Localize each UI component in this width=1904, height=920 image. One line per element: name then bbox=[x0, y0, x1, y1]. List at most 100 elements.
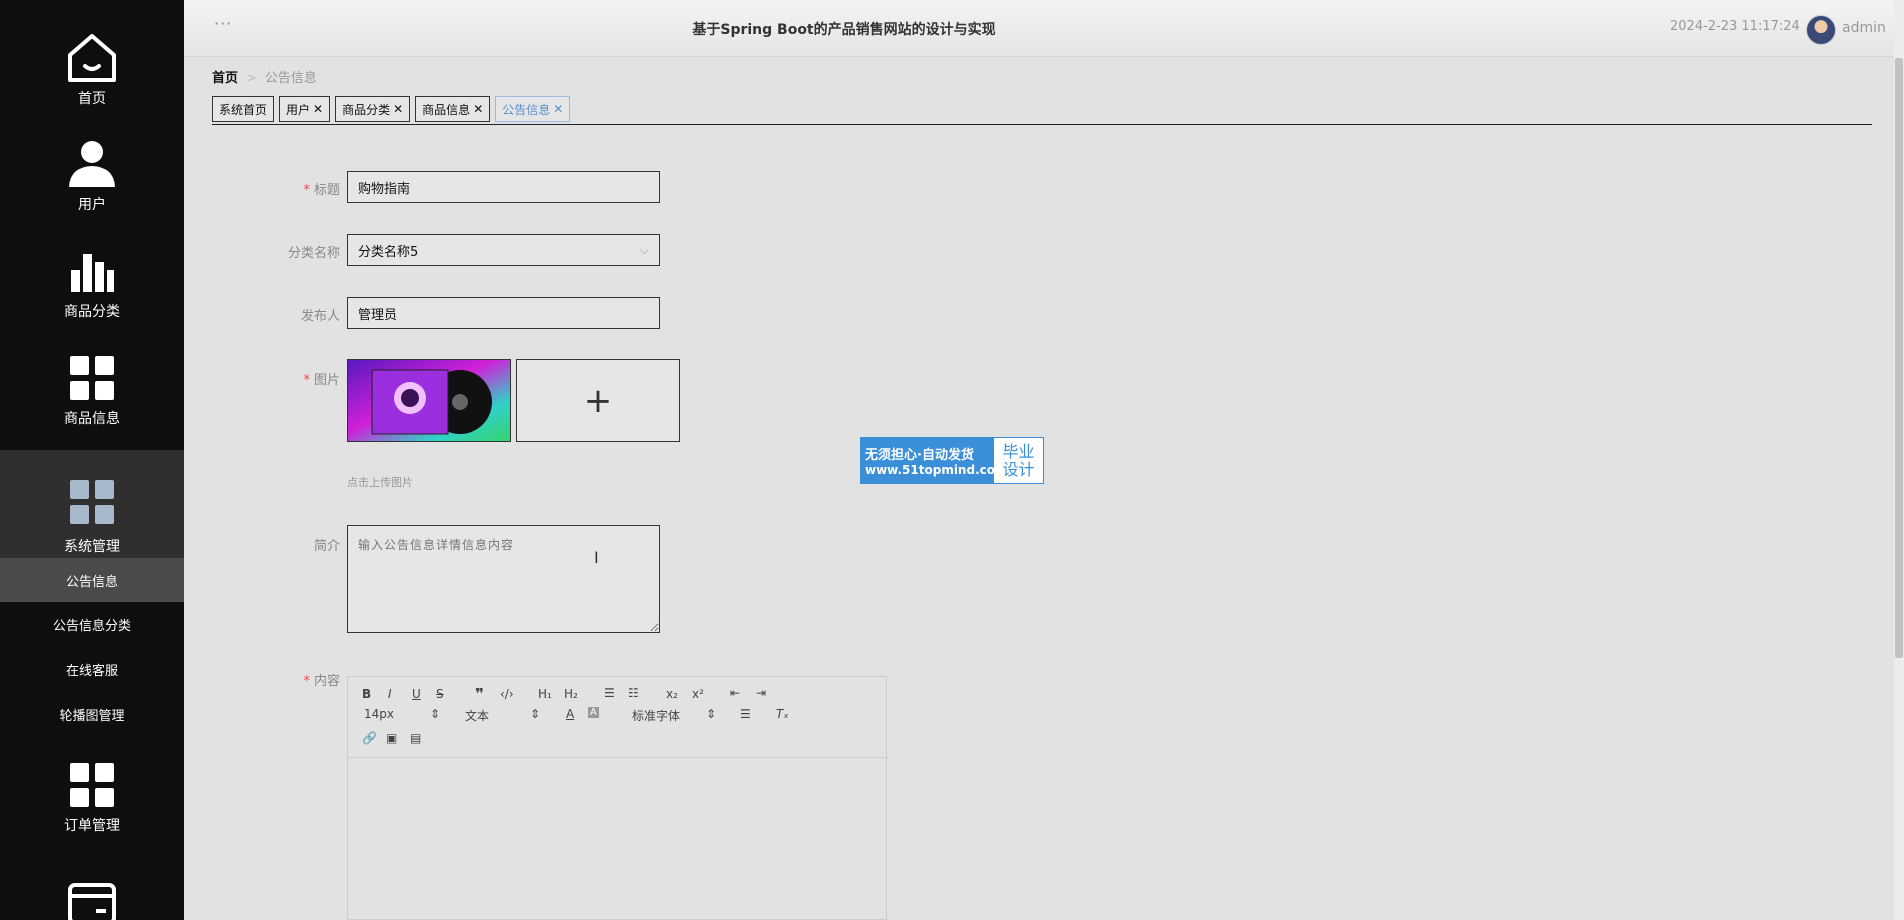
summary-textarea[interactable] bbox=[347, 525, 660, 633]
watermark-right1: 毕业 bbox=[1002, 441, 1035, 461]
tag-label: 商品分类 bbox=[342, 102, 391, 117]
tag-user[interactable]: 用户 ✕ bbox=[279, 96, 331, 122]
tags-view: 系统首页 用户 ✕ 商品分类 ✕ 商品信息 ✕ 公告信息 ✕ bbox=[212, 96, 1872, 125]
category-select-value: 分类名称5 bbox=[358, 244, 419, 260]
image-label: * 图片 bbox=[220, 369, 340, 388]
select-arrows-icon: ⇕ bbox=[706, 707, 717, 721]
submenu-item-notice-category[interactable]: 公告信息分类 bbox=[0, 602, 184, 646]
rich-text-editor[interactable]: B I U S ❞ ‹/› H₁ H₂ ☰ ☷ x₂ x² ⇤ ⇥ 14px ⇕… bbox=[347, 676, 887, 920]
current-datetime: 2024-2-23 11:17:24 bbox=[1670, 19, 1800, 34]
required-mark: * bbox=[303, 373, 310, 388]
watermark-line2: www.51topmind.com bbox=[865, 463, 1008, 477]
sidebar-item-home[interactable]: 首页 bbox=[0, 0, 184, 107]
plus-icon: + bbox=[583, 380, 613, 421]
font-family-value: 标准字体 bbox=[632, 709, 681, 723]
align-icon[interactable]: ☰ bbox=[740, 707, 751, 721]
username[interactable]: admin bbox=[1842, 20, 1886, 36]
page-scrollbar[interactable] bbox=[1894, 0, 1904, 920]
strike-icon[interactable]: S bbox=[436, 687, 444, 701]
sidebar-item-order-management[interactable]: 订单管理 bbox=[0, 728, 184, 835]
upload-hint: 点击上传图片 bbox=[347, 476, 413, 489]
tag-label: 商品信息 bbox=[422, 102, 471, 117]
sidebar-item-product-category[interactable]: 商品分类 bbox=[0, 214, 184, 321]
header-select[interactable]: 文本 bbox=[465, 707, 489, 724]
close-icon[interactable]: ✕ bbox=[393, 102, 403, 116]
underline-icon[interactable]: U bbox=[412, 687, 421, 701]
site-title: 基于Spring Boot的产品销售网站的设计与实现 bbox=[692, 22, 996, 38]
card-icon bbox=[62, 874, 122, 920]
tag-system-home[interactable]: 系统首页 bbox=[212, 96, 275, 122]
title-label-text: 标题 bbox=[313, 183, 340, 198]
watermark-left: 无须担心·自动发货 www.51topmind.com bbox=[861, 438, 1008, 483]
clear-format-icon[interactable]: Tₓ bbox=[776, 707, 789, 721]
font-color-icon[interactable]: A bbox=[566, 707, 574, 721]
sidebar-item-label: 用户 bbox=[78, 197, 106, 213]
tag-product-info[interactable]: 商品信息 ✕ bbox=[415, 96, 491, 122]
header1-icon[interactable]: H₁ bbox=[538, 687, 552, 701]
submenu-item-online-service[interactable]: 在线客服 bbox=[0, 647, 184, 691]
user-icon bbox=[62, 137, 122, 190]
sidebar-item-card[interactable] bbox=[0, 836, 184, 920]
sidebar-item-label: 商品分类 bbox=[64, 304, 120, 320]
header-select-value: 文本 bbox=[465, 709, 490, 723]
code-block-icon[interactable]: ‹/› bbox=[500, 687, 514, 701]
breadcrumb-home[interactable]: 首页 bbox=[212, 71, 238, 86]
chevron-down-icon: ⌵ bbox=[639, 243, 649, 257]
avatar[interactable] bbox=[1806, 15, 1836, 45]
outdent-icon[interactable]: ⇤ bbox=[730, 686, 740, 700]
image-icon[interactable]: ▣ bbox=[386, 731, 397, 745]
link-icon[interactable]: 🔗 bbox=[362, 731, 377, 745]
publisher-input[interactable]: 管理员 bbox=[347, 297, 660, 329]
submenu-item-notice[interactable]: 公告信息 bbox=[0, 558, 184, 602]
superscript-icon[interactable]: x² bbox=[692, 687, 704, 701]
italic-icon[interactable]: I bbox=[388, 687, 392, 701]
text-cursor-icon: Ⅰ bbox=[594, 548, 599, 567]
bullet-list-icon[interactable]: ☷ bbox=[628, 686, 639, 700]
content-label-text: 内容 bbox=[313, 674, 340, 689]
background-color-icon[interactable]: A bbox=[588, 707, 599, 718]
breadcrumb-separator: > bbox=[246, 71, 257, 86]
watermark-line1: 无须担心·自动发货 bbox=[865, 448, 974, 463]
tag-label: 系统首页 bbox=[219, 102, 268, 117]
bar-chart-icon bbox=[62, 244, 122, 297]
required-mark: * bbox=[303, 674, 310, 689]
close-icon[interactable]: ✕ bbox=[553, 102, 563, 116]
ordered-list-icon[interactable]: ☰ bbox=[604, 686, 615, 700]
publisher-label: 发布人 bbox=[300, 309, 340, 324]
sidebar-item-user[interactable]: 用户 bbox=[0, 107, 184, 214]
font-family-select[interactable]: 标准字体 bbox=[632, 707, 680, 724]
header2-icon[interactable]: H₂ bbox=[564, 687, 578, 701]
required-mark: * bbox=[303, 183, 310, 198]
content-label: * 内容 bbox=[220, 670, 340, 689]
blockquote-icon[interactable]: ❞ bbox=[475, 685, 484, 703]
album-cover-image bbox=[348, 360, 510, 441]
select-arrows-icon: ⇕ bbox=[530, 707, 541, 721]
scrollbar-thumb[interactable] bbox=[1895, 58, 1903, 658]
grid-icon bbox=[62, 351, 122, 404]
sidebar-item-system-management[interactable]: 系统管理 bbox=[0, 450, 184, 558]
home-icon bbox=[62, 30, 122, 84]
watermark-right: 毕业 设计 bbox=[994, 438, 1043, 483]
subscript-icon[interactable]: x₂ bbox=[666, 687, 678, 701]
font-size-select[interactable]: 14px bbox=[364, 707, 394, 721]
uploaded-image-thumbnail[interactable] bbox=[347, 359, 511, 442]
bold-icon[interactable]: B bbox=[362, 687, 371, 701]
sidebar-item-label: 商品信息 bbox=[64, 411, 120, 427]
image-label-text: 图片 bbox=[313, 373, 340, 388]
watermark-badge: 无须担心·自动发货 www.51topmind.com 毕业 设计 bbox=[860, 437, 1044, 484]
font-size-value: 14px bbox=[364, 707, 394, 721]
video-icon[interactable]: ▤ bbox=[410, 731, 421, 745]
sidebar-item-label: 首页 bbox=[78, 91, 106, 107]
title-label: * 标题 bbox=[220, 179, 340, 198]
breadcrumb-current: 公告信息 bbox=[264, 71, 317, 86]
close-icon[interactable]: ✕ bbox=[313, 102, 323, 116]
sidebar-item-product-info[interactable]: 商品信息 bbox=[0, 321, 184, 428]
indent-icon[interactable]: ⇥ bbox=[756, 686, 766, 700]
title-input[interactable]: 购物指南 bbox=[347, 171, 660, 203]
tag-product-category[interactable]: 商品分类 ✕ bbox=[335, 96, 411, 122]
category-select[interactable]: 分类名称5 ⌵ bbox=[347, 234, 660, 266]
sidebar-item-label: 系统管理 bbox=[64, 539, 120, 555]
upload-add-button[interactable]: + bbox=[516, 359, 680, 442]
close-icon[interactable]: ✕ bbox=[473, 102, 483, 116]
tag-notice[interactable]: 公告信息 ✕ bbox=[495, 96, 571, 122]
